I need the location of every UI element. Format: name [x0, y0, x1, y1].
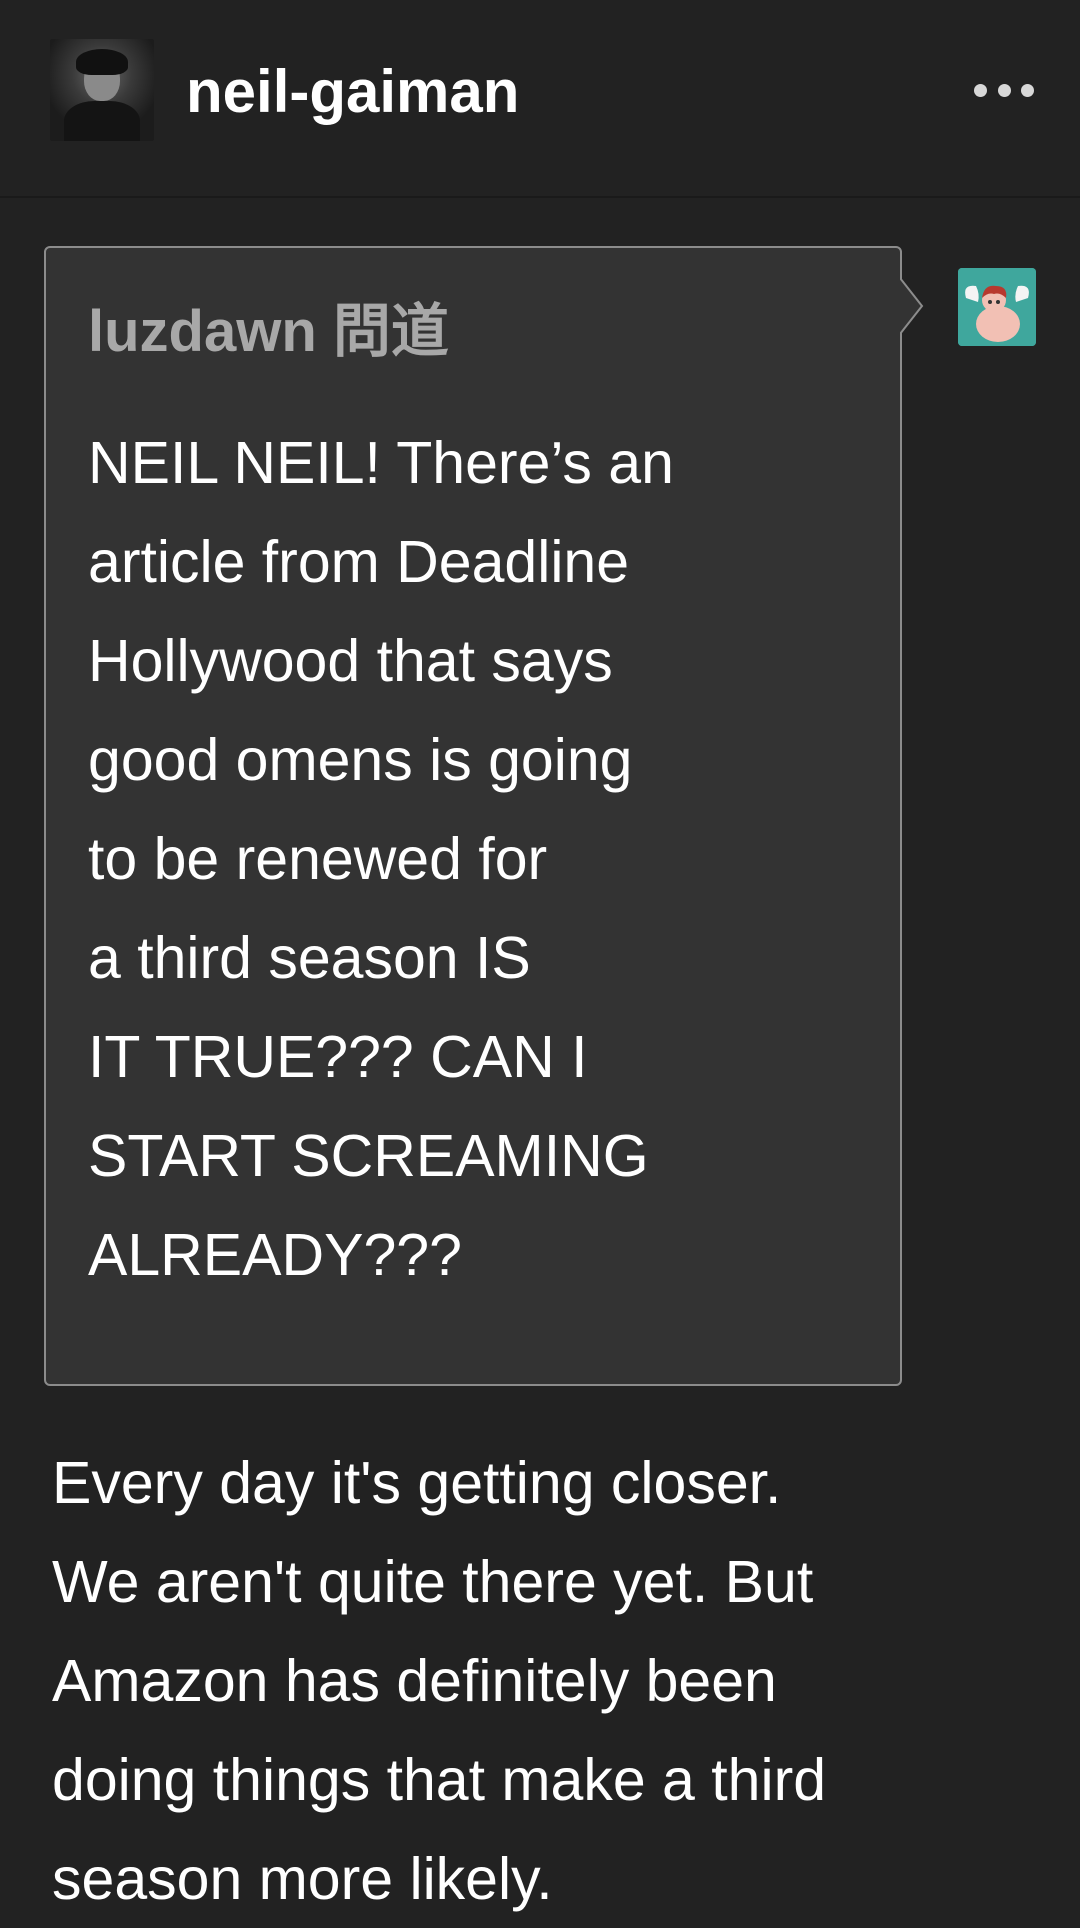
ask-question-line: a third season IS [88, 925, 531, 991]
ask-question-line: to be renewed for [88, 826, 548, 892]
more-options-button[interactable] [974, 72, 1034, 108]
ask-question-line: ALREADY??? [88, 1222, 462, 1288]
answer-body: Every day it's getting closer. We aren't… [52, 1434, 1052, 1928]
ask-question-line: good omens is going [88, 727, 633, 793]
ask-question-line: START SCREAMING [88, 1123, 649, 1189]
ask-question-line: Hollywood that says [88, 628, 613, 694]
answer-line: doing things that make a third [52, 1747, 827, 1813]
asker-name[interactable]: luzdawn 問道 [88, 292, 449, 372]
blog-name[interactable]: neil-gaiman [186, 52, 519, 132]
more-horizontal-icon [997, 83, 1011, 97]
cherub-avatar-icon [958, 268, 1036, 346]
post-view: neil-gaiman luzdawn 問道 NEIL NEIL! There’… [0, 0, 1080, 1928]
asker-avatar[interactable] [958, 268, 1036, 346]
more-horizontal-icon [1021, 83, 1034, 97]
avatar-body-shape [64, 101, 140, 141]
answer-line: Amazon has definitely been [52, 1648, 777, 1714]
more-horizontal-icon [974, 83, 987, 97]
avatar-hair-shape [76, 49, 128, 75]
answer-line: We aren't quite there yet. But [52, 1549, 814, 1615]
answer-line: season more likely. [52, 1846, 553, 1912]
answer-line: Every day it's getting closer. [52, 1450, 782, 1516]
ask-question-line: IT TRUE??? CAN I [88, 1024, 588, 1090]
ask-question: NEIL NEIL! There’s an article from Deadl… [88, 414, 808, 1305]
blog-avatar[interactable] [50, 39, 154, 141]
ask-question-line: NEIL NEIL! There’s an [88, 430, 674, 496]
post-header: neil-gaiman [0, 0, 1080, 198]
ask-question-line: article from Deadline [88, 529, 630, 595]
